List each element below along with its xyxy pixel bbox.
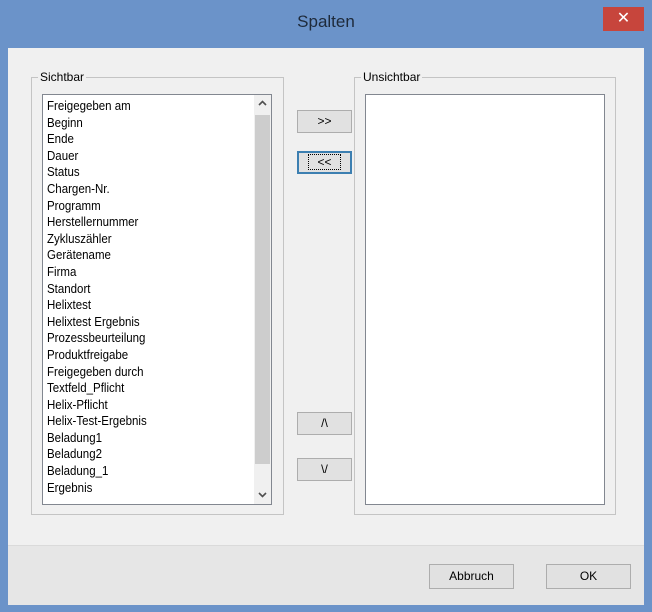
list-item[interactable]: Ende <box>47 131 235 148</box>
list-item[interactable]: Helix-Test-Ergebnis <box>47 413 235 430</box>
list-item[interactable]: Beladung_1 <box>47 463 235 480</box>
visible-columns-list[interactable]: Freigegeben am Beginn Ende Dauer Status Charg… <box>42 94 272 505</box>
visible-columns-group: Sichtbar Freigegeben am Beginn Ende Dauer St… <box>31 70 284 515</box>
list-item[interactable]: Zykluszähler <box>47 231 235 248</box>
dialog-title: Spalten <box>297 12 355 31</box>
list-item[interactable]: Freigegeben durch <box>47 364 235 381</box>
list-item[interactable]: Standort <box>47 281 235 298</box>
list-item[interactable]: Helixtest Ergebnis <box>47 314 235 331</box>
dialog-client-area: Sichtbar Freigegeben am Beginn Ende Dauer St… <box>8 48 644 605</box>
list-item[interactable]: Chargen-Nr. <box>47 181 235 198</box>
list-item[interactable]: Beladung1 <box>47 430 235 447</box>
list-item[interactable]: Status <box>47 164 235 181</box>
hidden-columns-group: Unsichtbar <box>354 70 616 515</box>
list-item[interactable]: Dauer <box>47 148 235 165</box>
list-item[interactable]: Prozessbeurteilung <box>47 330 235 347</box>
list-item[interactable]: Beginn <box>47 115 235 132</box>
move-to-visible-button[interactable]: << <box>297 151 352 174</box>
chevron-down-icon[interactable] <box>254 487 271 504</box>
visible-items-container: Freigegeben am Beginn Ende Dauer Status Charg… <box>47 98 251 496</box>
list-item[interactable]: Beladung2 <box>47 446 235 463</box>
list-item[interactable]: Helixtest <box>47 297 235 314</box>
hidden-columns-list[interactable] <box>365 94 605 505</box>
list-item[interactable]: Helix-Pflicht <box>47 397 235 414</box>
list-item[interactable]: Freigegeben am <box>47 98 235 115</box>
move-to-visible-label: << <box>308 154 341 170</box>
dialog-footer: Abbruch OK <box>8 545 644 605</box>
list-item[interactable]: Programm <box>47 198 235 215</box>
cancel-button[interactable]: Abbruch <box>429 564 514 589</box>
move-to-hidden-button[interactable]: >> <box>297 110 352 133</box>
list-item[interactable]: Textfeld_Pflicht <box>47 380 235 397</box>
chevron-up-icon[interactable] <box>254 95 271 112</box>
move-down-button[interactable]: \/ <box>297 458 352 481</box>
close-icon: ✕ <box>616 10 631 27</box>
ok-button[interactable]: OK <box>546 564 631 589</box>
scroll-thumb[interactable] <box>255 115 270 464</box>
dialog-window: Spalten ✕ Sichtbar Freigegeben am Beginn E… <box>0 0 652 612</box>
title-bar[interactable]: Spalten ✕ <box>0 0 652 48</box>
list-item[interactable]: Gerätename <box>47 247 235 264</box>
list-item[interactable]: Produktfreigabe <box>47 347 235 364</box>
visible-columns-label: Sichtbar <box>38 70 87 84</box>
list-item[interactable]: Herstellernummer <box>47 214 235 231</box>
list-item[interactable]: Firma <box>47 264 235 281</box>
vertical-scrollbar[interactable] <box>254 95 271 504</box>
move-up-button[interactable]: /\ <box>297 412 352 435</box>
list-item[interactable]: Ergebnis <box>47 480 235 497</box>
close-button[interactable]: ✕ <box>603 7 644 31</box>
hidden-columns-label: Unsichtbar <box>361 70 423 84</box>
